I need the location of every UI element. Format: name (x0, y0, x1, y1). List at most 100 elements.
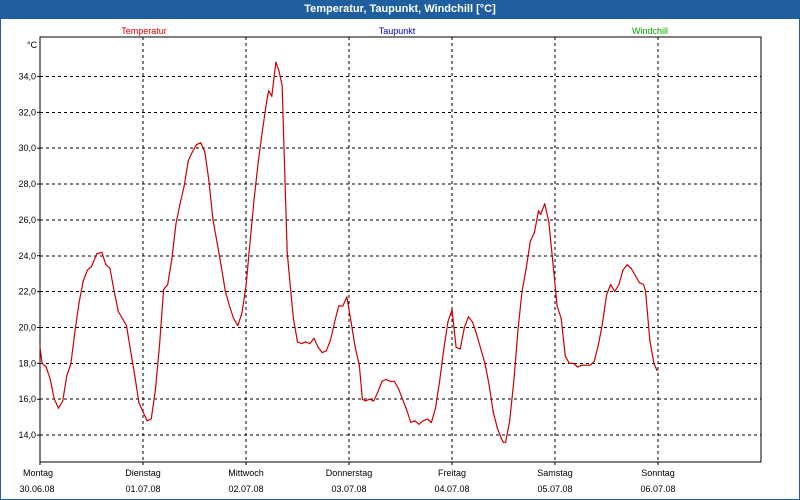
data-point (109, 267, 111, 269)
data-point (373, 400, 375, 402)
x-tick-day: Mittwoch (228, 468, 264, 478)
chart-legend: Temperatur Taupunkt Windchill (121, 26, 668, 36)
data-point (406, 409, 408, 411)
data-point (455, 346, 457, 348)
data-point (117, 310, 119, 312)
data-point (329, 339, 332, 341)
x-tick-date: 05.07.08 (537, 484, 572, 494)
data-point (560, 317, 562, 320)
data-point (447, 321, 449, 323)
plot-border (39, 36, 762, 463)
data-point (187, 160, 189, 162)
data-point (385, 378, 387, 381)
data-point (354, 346, 356, 348)
data-point (517, 330, 519, 332)
data-point (630, 267, 632, 269)
data-point (643, 283, 645, 286)
data-point (292, 317, 294, 320)
data-point (581, 364, 583, 366)
data-point (548, 221, 550, 223)
data-point (626, 264, 628, 266)
data-point (525, 267, 527, 269)
data-point (220, 265, 222, 268)
data-point (430, 421, 432, 424)
y-axis-unit: °C (27, 40, 38, 50)
data-point (426, 418, 428, 420)
y-tick-label: 22,0 (18, 287, 36, 297)
data-point (564, 355, 566, 357)
data-point (605, 294, 608, 296)
y-tick-label: 26,0 (18, 215, 36, 225)
data-point (261, 129, 264, 131)
data-point (589, 364, 591, 366)
data-point (138, 402, 140, 404)
data-point (224, 291, 226, 293)
data-point (572, 362, 575, 364)
data-point (350, 321, 352, 323)
data-point (540, 213, 542, 216)
x-tick-date: 02.07.08 (228, 484, 263, 494)
data-point (342, 305, 344, 307)
data-point (212, 219, 214, 221)
data-point (278, 70, 280, 72)
data-point (377, 391, 379, 393)
data-point (369, 398, 371, 400)
data-point (496, 427, 498, 429)
data-point (237, 325, 239, 327)
data-point (208, 179, 210, 182)
data-point (183, 185, 185, 187)
data-point (70, 362, 72, 364)
data-point (552, 262, 554, 264)
y-tick-label: 14,0 (18, 430, 36, 440)
data-point (78, 301, 80, 303)
x-tick-date: 03.07.08 (331, 484, 366, 494)
data-point (121, 317, 123, 320)
data-point (130, 350, 132, 352)
data-point (533, 231, 536, 234)
x-tick-date: 04.07.08 (434, 484, 469, 494)
data-point (638, 282, 641, 284)
data-point (593, 361, 595, 363)
data-point (39, 346, 41, 348)
data-point (158, 344, 161, 346)
data-point (537, 210, 540, 212)
x-axis: Montag 30.06.08 Dienstag 01.07.08 Mittwoch 02… (19, 462, 676, 494)
x-tick-date: 01.07.08 (125, 484, 160, 494)
data-point (544, 203, 546, 205)
data-point (171, 258, 173, 260)
x-tick-day: Sonntag (641, 468, 675, 478)
data-point (286, 251, 288, 253)
data-point (142, 411, 144, 413)
data-point (521, 291, 523, 293)
data-point (74, 330, 76, 332)
legend-item-temperatur: Temperatur (121, 26, 167, 36)
data-point (146, 420, 148, 422)
data-point (289, 285, 291, 287)
data-point (313, 337, 315, 339)
data-point (358, 364, 360, 366)
data-point (451, 309, 453, 311)
data-point (86, 269, 88, 271)
x-tick-day: Donnerstag (326, 468, 373, 478)
x-tick-day: Freitag (438, 468, 466, 478)
data-point (653, 362, 655, 364)
data-point (439, 380, 441, 382)
data-point (228, 305, 231, 307)
data-point (585, 364, 587, 366)
data-point (338, 305, 340, 307)
data-point (57, 407, 60, 409)
x-tick-date: 30.06.08 (19, 484, 54, 494)
data-point (271, 95, 273, 97)
data-point (325, 350, 327, 352)
data-point (284, 183, 286, 185)
data-point (125, 325, 128, 327)
data-point (196, 144, 198, 146)
legend-item-windchill: Windchill (632, 26, 668, 36)
data-point (301, 343, 303, 345)
data-point (241, 312, 243, 314)
x-tick-date: 06.07.08 (640, 484, 675, 494)
data-point (134, 375, 136, 377)
y-tick-label: 34,0 (18, 71, 36, 81)
data-point (233, 317, 235, 320)
data-point (249, 240, 251, 242)
